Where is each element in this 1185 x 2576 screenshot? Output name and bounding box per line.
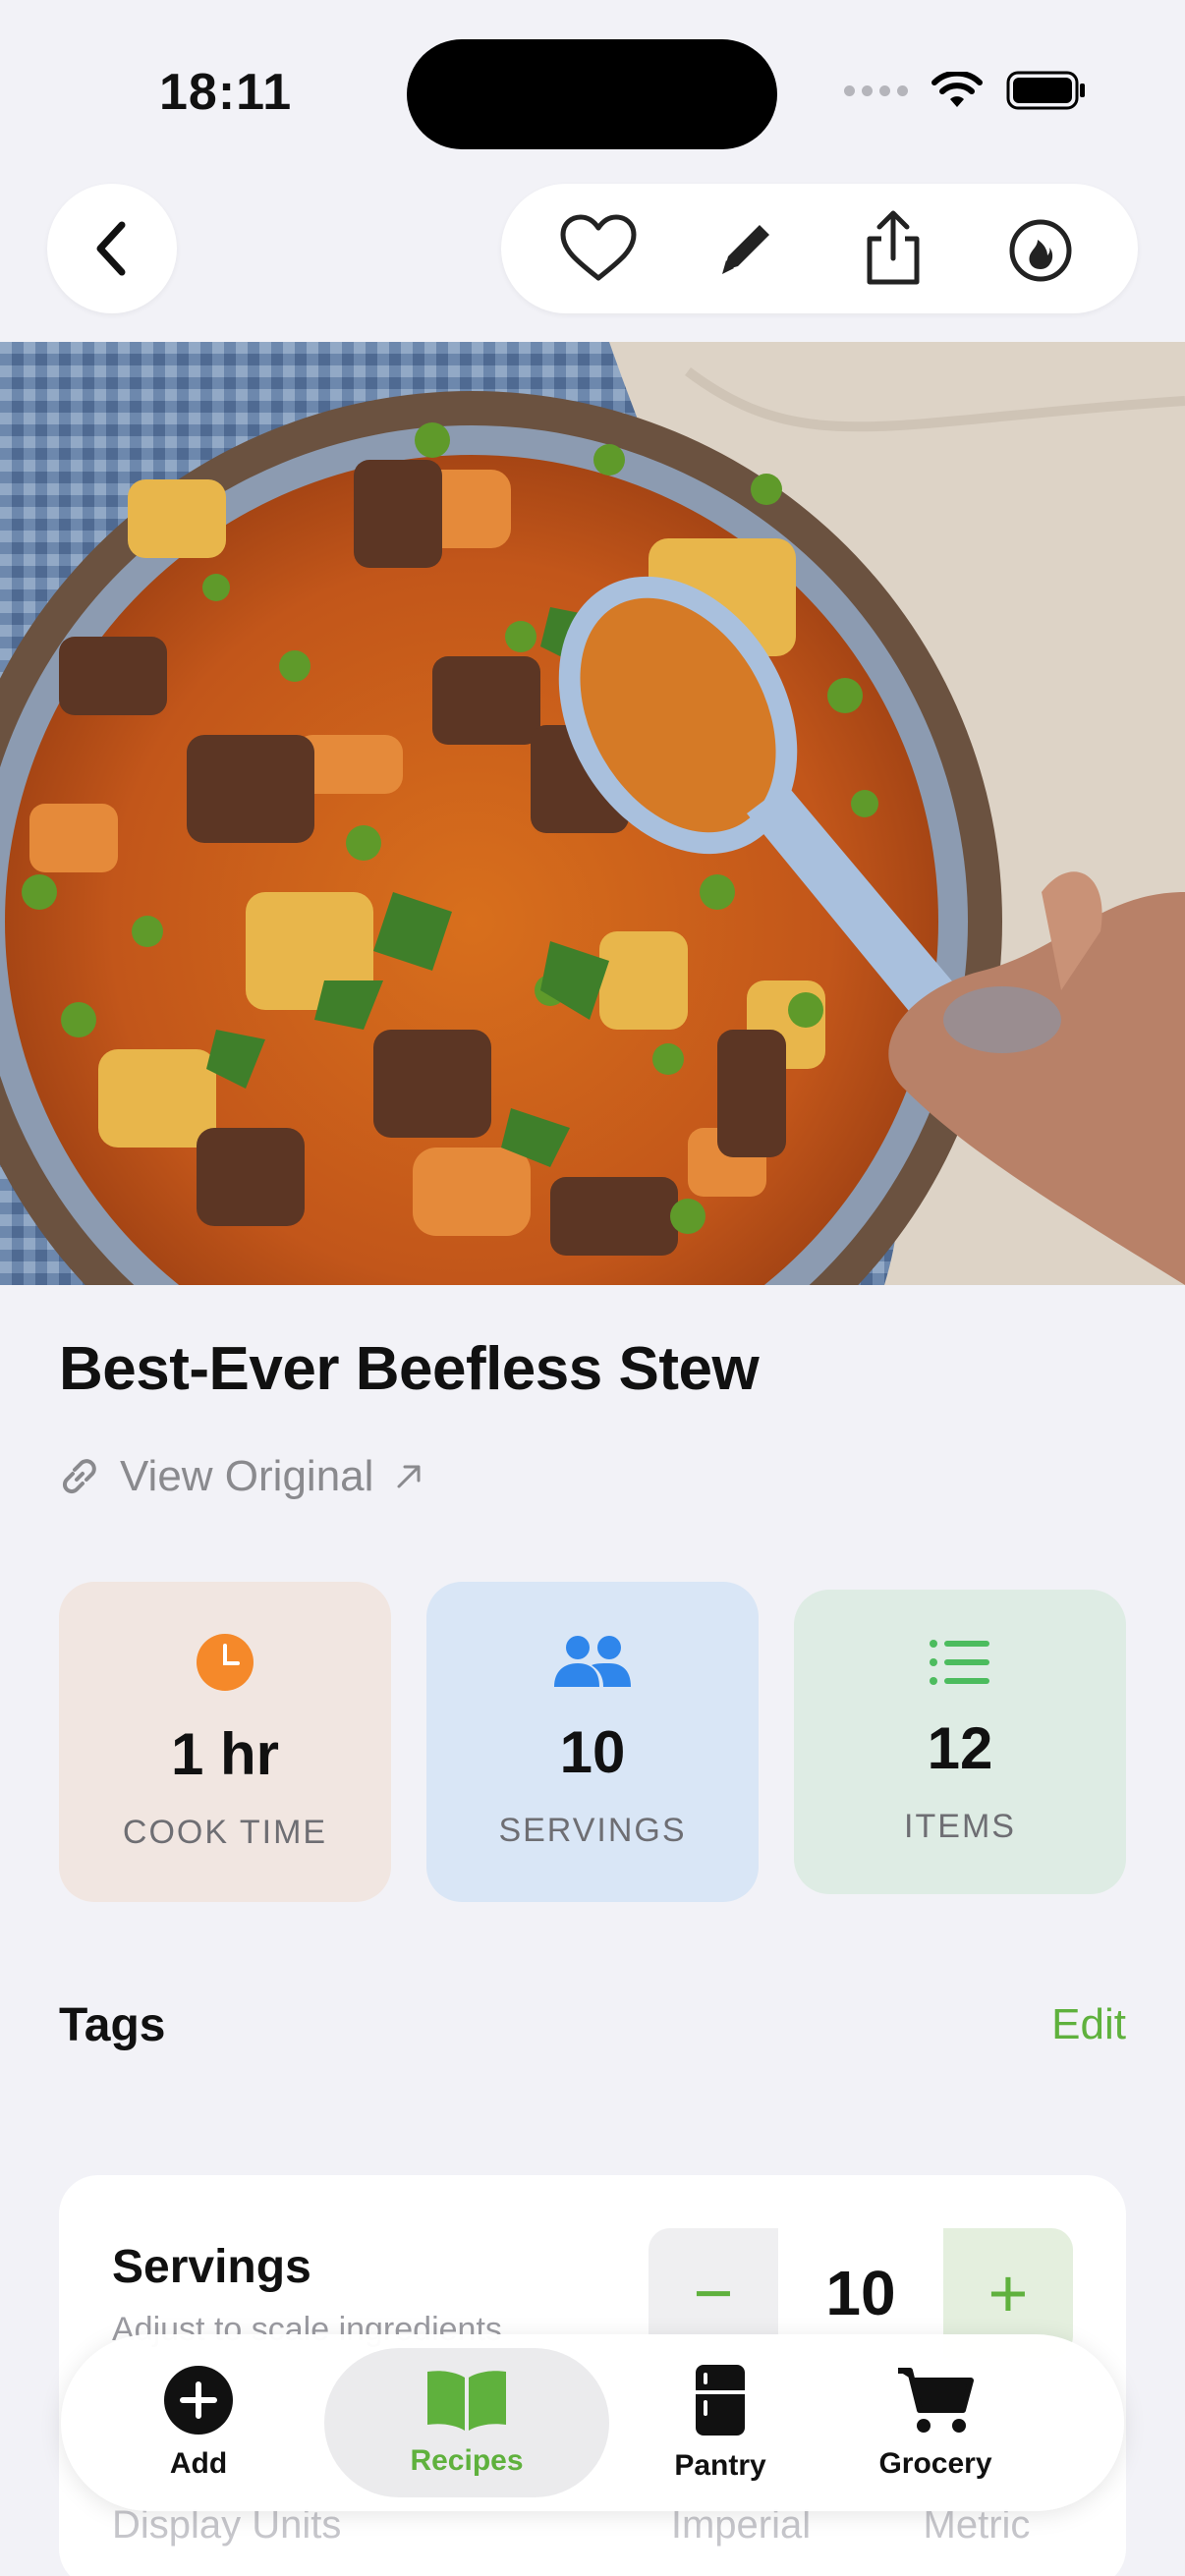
clock-icon <box>197 1634 254 1691</box>
tab-grocery[interactable]: Grocery <box>847 2334 1024 2511</box>
status-bar: 18:11 <box>0 0 1185 187</box>
cook-mode-button[interactable] <box>991 199 1090 298</box>
cook-time-label: COOK TIME <box>122 1814 328 1851</box>
items-value: 12 <box>927 1715 993 1781</box>
tab-recipes-label: Recipes <box>410 2444 524 2477</box>
tags-heading: Tags <box>59 1999 166 2051</box>
servings-panel-title: Servings <box>112 2241 311 2293</box>
dynamic-island <box>407 39 777 149</box>
view-original-link[interactable]: View Original <box>59 1452 424 1501</box>
edit-button[interactable] <box>697 199 795 298</box>
status-time: 18:11 <box>159 64 293 121</box>
servings-card: 10 SERVINGS <box>426 1582 759 1902</box>
heart-icon <box>560 214 637 281</box>
cellular-signal-icon <box>844 84 908 96</box>
book-icon <box>427 2371 506 2431</box>
list-icon <box>930 1640 989 1685</box>
fridge-icon <box>696 2365 745 2436</box>
servings-label: SERVINGS <box>498 1812 687 1849</box>
tags-edit-button[interactable]: Edit <box>1051 2000 1126 2049</box>
link-icon <box>62 1459 96 1494</box>
tab-add[interactable]: Add <box>120 2334 277 2511</box>
tab-pantry[interactable]: Pantry <box>637 2334 804 2511</box>
tab-add-label: Add <box>169 2447 228 2480</box>
share-icon <box>867 210 920 285</box>
recipe-hero-image <box>0 342 1185 1285</box>
servings-value: 10 <box>559 1719 626 1785</box>
pencil-icon <box>722 225 769 274</box>
people-icon <box>554 1636 631 1687</box>
cart-icon <box>898 2368 974 2433</box>
tab-grocery-label: Grocery <box>878 2447 992 2480</box>
chevron-left-icon <box>96 221 126 276</box>
share-button[interactable] <box>844 199 942 298</box>
status-icons <box>844 71 1087 110</box>
plus-circle-icon <box>164 2366 233 2435</box>
external-arrow-icon <box>397 1465 421 1488</box>
back-button[interactable] <box>47 184 177 313</box>
items-card: 12 ITEMS <box>794 1590 1126 1894</box>
flame-icon <box>1009 219 1072 282</box>
tab-recipes[interactable]: Recipes <box>324 2348 609 2497</box>
cook-time-value: 1 hr <box>170 1721 280 1787</box>
tab-bar: Add Recipes Pantry Grocery <box>61 2334 1124 2511</box>
view-original-label: View Original <box>120 1452 374 1500</box>
favorite-button[interactable] <box>549 199 648 298</box>
wifi-icon <box>931 72 983 107</box>
battery-icon <box>1006 71 1085 110</box>
recipe-title: Best-Ever Beefless Stew <box>59 1335 760 1403</box>
tab-pantry-label: Pantry <box>674 2449 766 2482</box>
items-label: ITEMS <box>904 1808 1016 1845</box>
cook-time-card: 1 hr COOK TIME <box>59 1582 391 1902</box>
recipe-actions-bar <box>501 184 1138 313</box>
